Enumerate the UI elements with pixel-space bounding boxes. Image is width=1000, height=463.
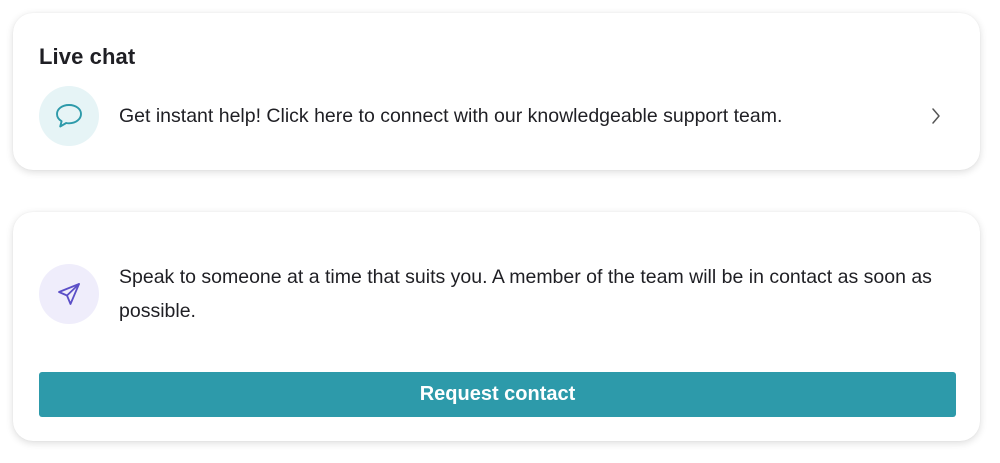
live-chat-title: Live chat xyxy=(39,44,136,69)
request-contact-card: Speak to someone at a time that suits yo… xyxy=(13,212,980,441)
chevron-right-icon[interactable] xyxy=(928,105,944,127)
chat-bubble-icon xyxy=(39,86,99,146)
live-chat-card: Live chat Get instant help! Click here t… xyxy=(13,13,980,170)
send-icon xyxy=(39,264,99,324)
live-chat-description: Get instant help! Click here to connect … xyxy=(119,105,783,127)
request-contact-description: Speak to someone at a time that suits yo… xyxy=(119,266,932,322)
request-contact-button[interactable]: Request contact xyxy=(39,372,956,417)
